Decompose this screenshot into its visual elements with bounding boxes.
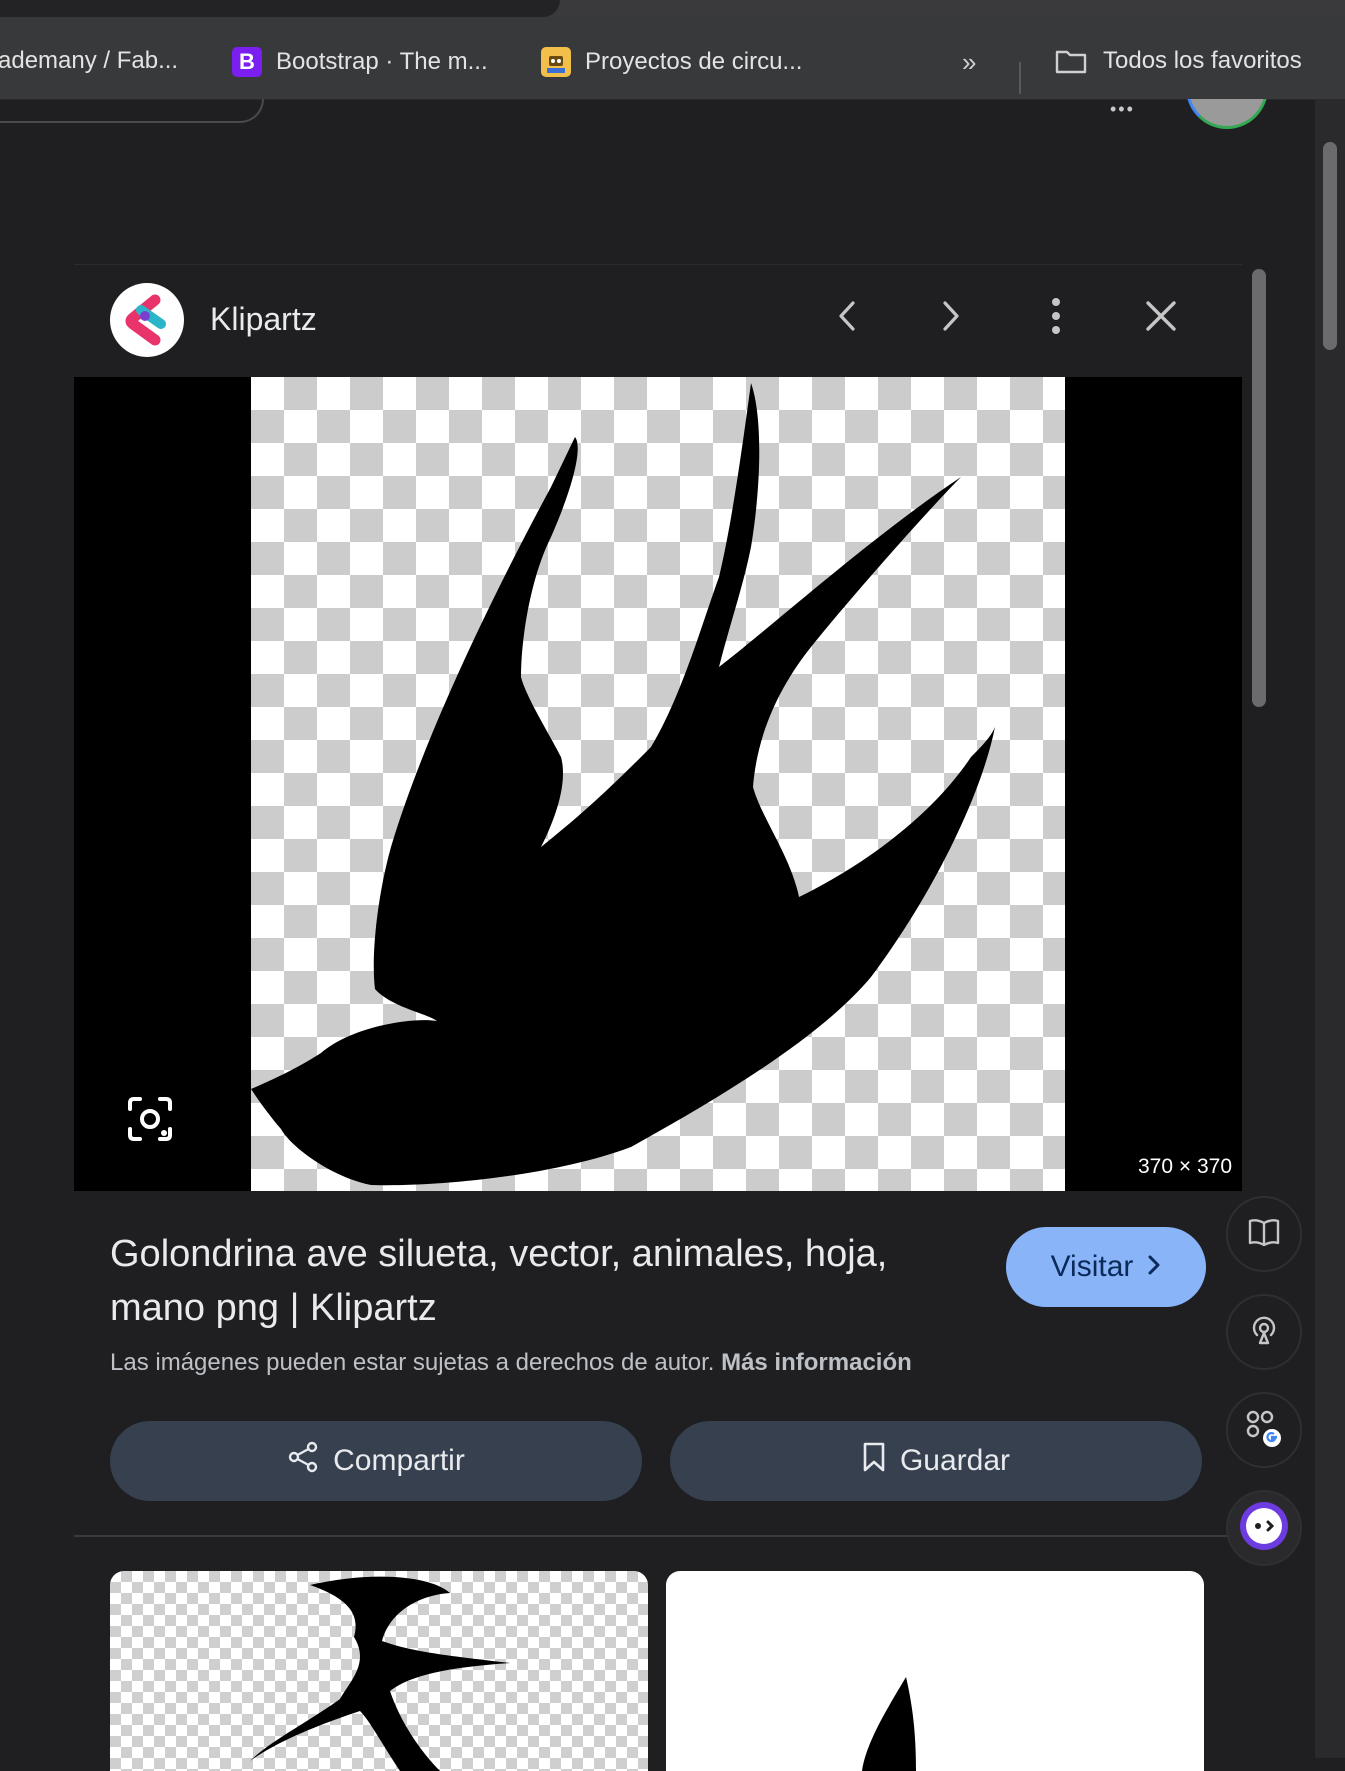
reading-mode-button[interactable] — [1226, 1196, 1302, 1272]
share-label: Compartir — [333, 1444, 465, 1477]
image-title[interactable]: Golondrina ave silueta, vector, animales… — [110, 1227, 940, 1335]
panel-scrollbar[interactable] — [1244, 265, 1274, 1465]
folder-icon — [1055, 48, 1087, 74]
copyright-text: Las imágenes pueden estar sujetas a dere… — [110, 1349, 715, 1376]
image-stage: 370 × 370 — [74, 377, 1242, 1191]
bootstrap-icon: B — [232, 47, 262, 77]
bookmark-label: Bootstrap · The m... — [276, 48, 488, 75]
chevron-right-icon — [940, 300, 962, 337]
window-scrollbar[interactable] — [1315, 100, 1345, 1758]
bookmark-label: ademany / Fab... — [0, 47, 179, 74]
all-favorites-button[interactable]: Todos los favoritos — [1055, 47, 1302, 75]
swallow-tail-thumbnail — [862, 1677, 916, 1771]
save-label: Guardar — [899, 1444, 1011, 1477]
divider — [74, 1535, 1242, 1537]
robot-favicon-icon — [541, 47, 571, 77]
swallow-silhouette — [251, 383, 995, 1186]
bookmark-item-fabricademany[interactable]: ademany / Fab... — [0, 47, 178, 75]
assistant-button[interactable] — [1226, 1490, 1302, 1566]
more-options-button[interactable] — [1031, 293, 1081, 343]
site-name[interactable]: Klipartz — [210, 301, 317, 338]
preview-image[interactable] — [251, 377, 1065, 1191]
visit-label: Visitar — [1050, 1250, 1134, 1283]
window-scrollbar-thumb[interactable] — [1323, 142, 1337, 350]
next-button[interactable] — [926, 293, 976, 343]
lens-search-button[interactable] — [124, 1093, 176, 1145]
bookmark-item-bootstrap[interactable]: B Bootstrap · The m... — [232, 47, 488, 77]
visit-button[interactable]: Visitar — [1006, 1227, 1206, 1307]
close-icon — [1145, 300, 1177, 337]
podcast-icon — [1247, 1313, 1281, 1352]
bookmark-icon — [862, 1441, 886, 1481]
google-apps-button[interactable] — [1226, 1392, 1302, 1468]
chevron-right-icon — [1147, 1250, 1161, 1284]
lens-icon — [124, 1097, 176, 1149]
avatar[interactable] — [1186, 99, 1268, 129]
related-image-2[interactable] — [666, 1571, 1204, 1771]
image-dimensions: 370 × 370 — [1137, 1155, 1232, 1178]
active-tab[interactable] — [0, 0, 560, 17]
tab-strip — [0, 0, 1345, 17]
previous-button[interactable] — [822, 293, 872, 343]
close-button[interactable] — [1136, 293, 1186, 343]
share-button[interactable]: Compartir — [110, 1421, 642, 1501]
assistant-icon — [1238, 1500, 1290, 1557]
search-bar[interactable] — [0, 99, 264, 123]
save-button[interactable]: Guardar — [670, 1421, 1202, 1501]
copyright-notice: Las imágenes pueden estar sujetas a dere… — [110, 1349, 912, 1377]
bookmarks-separator — [1019, 62, 1021, 94]
all-favorites-label: Todos los favoritos — [1103, 47, 1302, 74]
related-image-1[interactable] — [110, 1571, 648, 1771]
apps-button[interactable]: ••• — [1110, 99, 1135, 120]
bookmark-item-proyectos[interactable]: Proyectos de circu... — [541, 47, 802, 77]
book-icon — [1247, 1217, 1281, 1252]
image-preview-panel: Klipartz 370 × 370 Golondrina ave siluet… — [74, 264, 1266, 1771]
chevron-left-icon — [836, 300, 858, 337]
swallow-flying-thumbnail — [250, 1576, 510, 1771]
share-icon — [287, 1441, 319, 1481]
bookmarks-bar: ademany / Fab... B Bootstrap · The m... … — [0, 17, 1345, 100]
klipartz-logo[interactable] — [110, 283, 184, 357]
more-vert-icon — [1050, 297, 1062, 340]
panel-scrollbar-thumb[interactable] — [1252, 269, 1266, 707]
google-apps-icon — [1244, 1408, 1284, 1453]
panel-header: Klipartz — [74, 265, 1242, 377]
bookmark-label: Proyectos de circu... — [585, 48, 803, 75]
cast-button[interactable] — [1226, 1294, 1302, 1370]
more-info-link[interactable]: Más información — [721, 1349, 912, 1376]
bookmarks-overflow-button[interactable]: » — [962, 47, 976, 78]
